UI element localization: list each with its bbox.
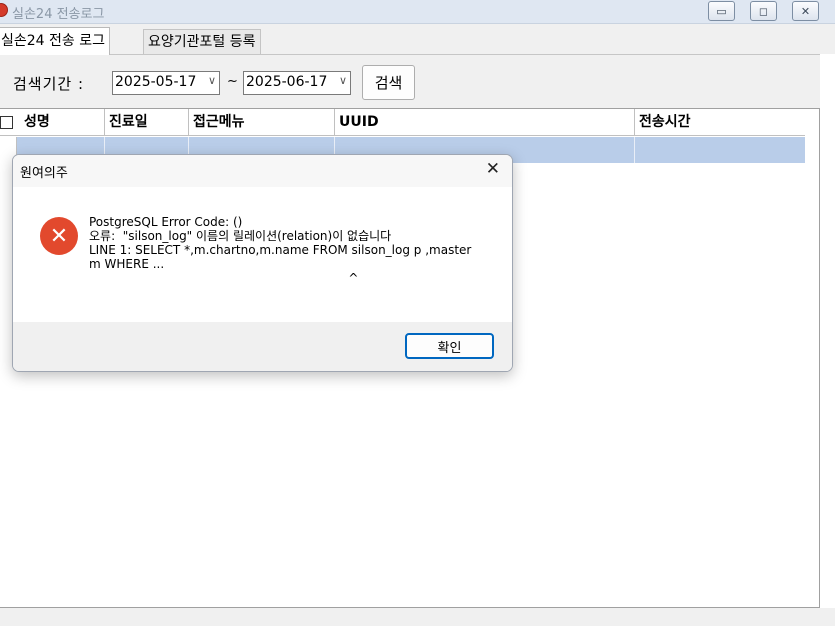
error-message: PostgreSQL Error Code: () 오류: "silson_lo…: [89, 215, 472, 285]
tab-silson24-log[interactable]: 실손24 전송 로그: [0, 27, 110, 55]
column-header-access-menu[interactable]: 접근메뉴: [189, 109, 335, 136]
error-dialog: 원여의주 ✕ ✕ PostgreSQL Error Code: () 오류: "…: [12, 154, 513, 372]
maximize-icon: ◻: [758, 4, 769, 18]
search-button[interactable]: 검색: [362, 65, 415, 100]
search-panel: 검색기간 : 2025-05-17 ∨ ~ 2025-06-17 ∨ 검색: [0, 54, 820, 108]
select-all-checkbox[interactable]: [0, 116, 13, 129]
dialog-body: ✕ PostgreSQL Error Code: () 오류: "silson_…: [13, 187, 512, 322]
status-strip: [0, 608, 835, 626]
column-header-send-time[interactable]: 전송시간: [635, 109, 805, 136]
column-header-treatment-date[interactable]: 진료일: [105, 109, 189, 136]
minimize-icon: ▭: [716, 4, 727, 18]
grid-header: 성명 진료일 접근메뉴 UUID 전송시간: [0, 109, 805, 136]
tab-strip: 실손24 전송 로그 요양기관포털 등록: [0, 24, 835, 55]
chevron-down-icon[interactable]: ∨: [208, 74, 216, 87]
column-header-name[interactable]: 성명: [20, 109, 105, 136]
start-date-picker[interactable]: 2025-05-17 ∨: [112, 71, 220, 95]
dialog-footer: 확인: [13, 322, 512, 371]
tab-portal-registration[interactable]: 요양기관포털 등록: [143, 29, 261, 54]
ok-button[interactable]: 확인: [405, 333, 494, 359]
column-header-uuid[interactable]: UUID: [335, 109, 635, 136]
close-window-button[interactable]: ✕: [792, 1, 819, 21]
error-icon: ✕: [40, 217, 78, 255]
dialog-titlebar: 원여의주 ✕: [13, 155, 512, 187]
minimize-button[interactable]: ▭: [708, 1, 735, 21]
maximize-button[interactable]: ◻: [750, 1, 777, 21]
start-date-value: 2025-05-17: [115, 74, 197, 90]
end-date-picker[interactable]: 2025-06-17 ∨: [243, 71, 351, 95]
app-icon: [0, 3, 8, 17]
search-period-label: 검색기간 :: [13, 75, 85, 93]
window-title: 실손24 전송로그: [12, 7, 105, 22]
window-titlebar: 실손24 전송로그 ▭ ◻ ✕: [0, 0, 835, 24]
end-date-value: 2025-06-17: [246, 74, 328, 90]
dialog-title: 원여의주: [20, 166, 68, 181]
chevron-down-icon[interactable]: ∨: [339, 74, 347, 87]
date-range-separator: ~: [227, 74, 238, 89]
close-icon: ✕: [800, 4, 811, 18]
close-icon[interactable]: ✕: [486, 159, 500, 179]
error-x-symbol: ✕: [49, 223, 69, 249]
